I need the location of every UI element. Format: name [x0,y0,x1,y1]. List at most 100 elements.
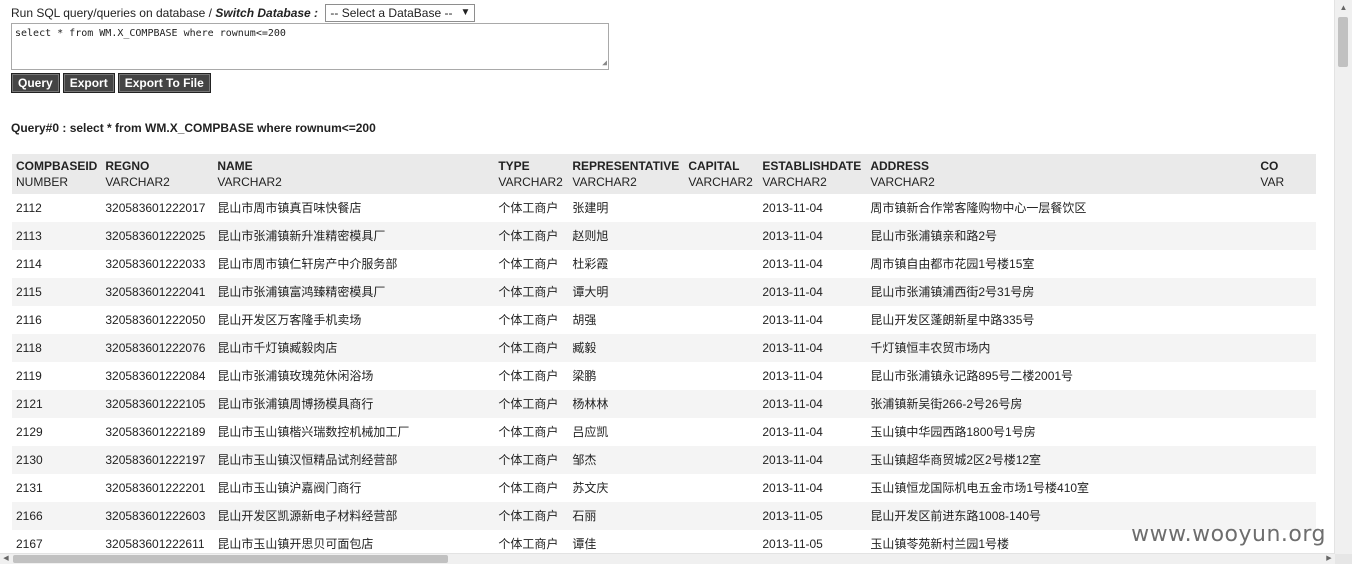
cell-compbaseid: 2112 [16,201,42,215]
export-button[interactable]: Export [62,73,115,93]
cell-compbaseid: 2130 [16,453,43,467]
cell-more [1256,446,1316,474]
column-name: REPRESENTATIVE [572,159,680,173]
column-type: VARCHAR2 [688,175,753,189]
column-name: ESTABLISHDATE [762,159,862,173]
horizontal-scrollbar[interactable]: ◀ ▶ [0,553,1335,564]
scroll-up-icon[interactable]: ▲ [1335,0,1352,16]
cell-name: 昆山开发区凯源新电子材料经营部 [217,509,398,523]
cell-address: 玉山镇中华园西路1800号1号房 [870,425,1036,439]
table-row: 2113 320583601222025 昆山市张浦镇新升准精密模具厂 个体工商户 赵则… [12,222,1317,250]
column-type: VAR [1260,175,1285,189]
column-name: CAPITAL [688,159,740,173]
cell-type: 个体工商户 [498,397,559,411]
column-header-capital: CAPITAL VARCHAR2 [684,154,758,194]
cell-address: 周市镇自由都市花园1号楼15室 [870,257,1035,271]
cell-capital [684,390,758,418]
cell-establishdate: 2013-11-04 [762,425,823,439]
resize-grip-icon[interactable]: ◢ [602,56,607,69]
table-row: 2115 320583601222041 昆山市张浦镇富鸿臻精密模具厂 个体工商户 谭大… [12,278,1317,306]
vertical-scroll-thumb[interactable] [1338,17,1348,67]
cell-type: 个体工商户 [498,257,559,271]
cell-name: 昆山市玉山镇楷兴瑞数控机械加工厂 [217,425,410,439]
cell-name: 昆山市千灯镇臧毅肉店 [217,341,338,355]
cell-capital [684,446,758,474]
cell-address: 周市镇新合作常客隆购物中心一层餐饮区 [870,201,1087,215]
cell-establishdate: 2013-11-04 [762,453,823,467]
cell-compbaseid: 2121 [16,397,43,411]
cell-type: 个体工商户 [498,453,559,467]
column-type: VARCHAR2 [217,175,282,189]
database-select[interactable]: -- Select a DataBase -- ▼ [325,4,476,22]
cell-establishdate: 2013-11-04 [762,397,823,411]
cell-type: 个体工商户 [498,509,559,523]
column-type: NUMBER [16,175,69,189]
cell-name: 昆山市玉山镇沪嘉阀门商行 [217,481,362,495]
cell-address: 昆山市张浦镇永记路895号二楼2001号 [870,369,1074,383]
cell-regno: 320583601222201 [105,481,206,495]
cell-compbaseid: 2166 [16,509,43,523]
table-row: 2121 320583601222105 昆山市张浦镇周博扬模具商行 个体工商户 杨林林… [12,390,1317,418]
cell-capital [684,474,758,502]
table-row: 2119 320583601222084 昆山市张浦镇玫瑰苑休闲浴场 个体工商户 梁鹏 2… [12,362,1317,390]
column-name: COMPBASEID [16,159,98,173]
cell-capital [684,530,758,554]
cell-establishdate: 2013-11-04 [762,229,823,243]
column-type: VARCHAR2 [870,175,935,189]
cell-capital [684,502,758,530]
column-type: VARCHAR2 [498,175,563,189]
cell-compbaseid: 2113 [16,229,42,243]
cell-establishdate: 2013-11-04 [762,201,823,215]
column-header-compbaseid: COMPBASEID NUMBER [12,154,101,194]
cell-regno: 320583601222084 [105,369,206,383]
cell-type: 个体工商户 [498,313,559,327]
scroll-right-icon[interactable]: ▶ [1323,554,1335,564]
cell-compbaseid: 2115 [16,285,42,299]
cell-more [1256,222,1316,250]
column-header-more: CO VAR [1256,154,1316,194]
cell-address: 千灯镇恒丰农贸市场内 [870,341,991,355]
cell-address: 昆山市张浦镇浦西街2号31号房 [870,285,1035,299]
cell-representative: 臧毅 [572,341,597,355]
cell-more [1256,390,1316,418]
cell-compbaseid: 2131 [16,481,43,495]
cell-more [1256,194,1316,222]
table-row: 2167 320583601222611 昆山市玉山镇开思贝可面包店 个体工商户 谭佳 2… [12,530,1317,554]
table-row: 2166 320583601222603 昆山开发区凯源新电子材料经营部 个体工商户石… [12,502,1317,530]
sql-query-textarea[interactable]: select * from WM.X_COMPBASE where rownum… [11,23,609,70]
cell-more [1256,306,1316,334]
query-button[interactable]: Query [11,73,60,93]
cell-establishdate: 2013-11-04 [762,285,823,299]
scroll-left-icon[interactable]: ◀ [0,554,12,564]
switch-database-label: Switch Database : [215,6,319,20]
table-row: 2131 320583601222201 昆山市玉山镇沪嘉阀门商行 个体工商户 苏文庆 2… [12,474,1317,502]
cell-compbaseid: 2118 [16,341,42,355]
horizontal-scroll-thumb[interactable] [13,555,448,563]
export-to-file-button[interactable]: Export To File [117,73,211,93]
action-buttons: Query Export Export To File [11,73,214,93]
cell-type: 个体工商户 [498,341,559,355]
vertical-scrollbar[interactable]: ▲ [1334,0,1352,554]
cell-establishdate: 2013-11-05 [762,537,823,551]
column-type: VARCHAR2 [572,175,637,189]
cell-address: 昆山开发区蓬朗新星中路335号 [870,313,1035,327]
table-row: 2130 320583601222197 昆山市玉山镇汉恒精品试剂经营部 个体工商户邹… [12,446,1317,474]
cell-compbaseid: 2116 [16,313,42,327]
column-header-representative: REPRESENTATIVE VARCHAR2 [568,154,684,194]
cell-capital [684,278,758,306]
cell-representative: 吕应凯 [572,425,609,439]
cell-address: 昆山市张浦镇亲和路2号 [870,229,998,243]
cell-name: 昆山开发区万客隆手机卖场 [217,313,362,327]
table-row: 2114 320583601222033 昆山市周市镇仁轩房产中介服务部 个体工商户杜… [12,250,1317,278]
cell-compbaseid: 2129 [16,425,43,439]
cell-address: 玉山镇恒龙国际机电五金市场1号楼410室 [870,481,1090,495]
column-header-name: NAME VARCHAR2 [213,154,494,194]
cell-regno: 320583601222076 [105,341,206,355]
table-row: 2116 320583601222050 昆山开发区万客隆手机卖场 个体工商户 胡强 20… [12,306,1317,334]
cell-name: 昆山市玉山镇汉恒精品试剂经营部 [217,453,398,467]
db-switch-row: Run SQL query/queries on database / Swit… [11,4,476,22]
run-sql-label: Run SQL query/queries on database / [11,6,216,20]
cell-representative: 石丽 [572,509,597,523]
cell-regno: 320583601222189 [105,425,206,439]
cell-representative: 梁鹏 [572,369,597,383]
